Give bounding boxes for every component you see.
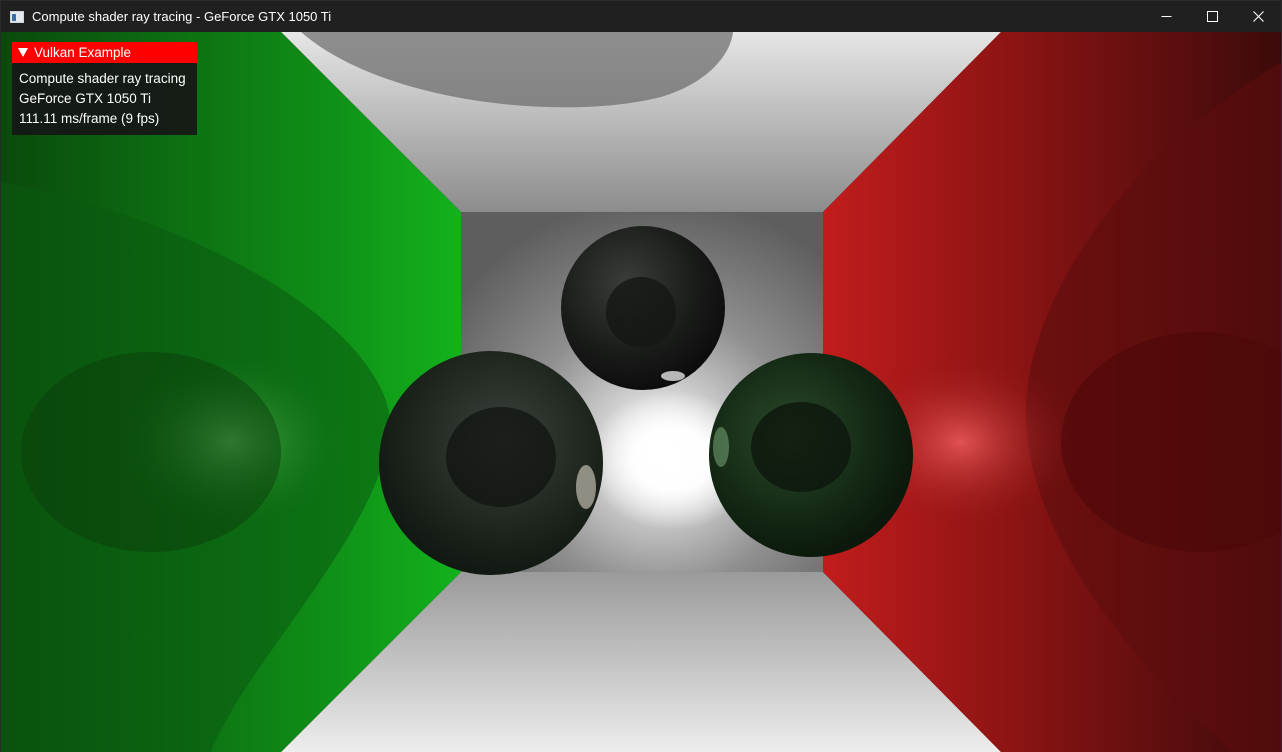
overlay-line-app: Compute shader ray tracing (19, 71, 186, 86)
collapse-triangle-icon[interactable] (18, 48, 28, 57)
overlay-header[interactable]: Vulkan Example (12, 42, 197, 63)
sphere-right-inner (751, 402, 851, 492)
app-window: Compute shader ray tracing - GeForce GTX… (0, 0, 1282, 752)
close-icon (1252, 11, 1264, 22)
ray-traced-scene (1, 32, 1281, 752)
left-wall-shadow (21, 352, 281, 552)
overlay-body: Compute shader ray tracing GeForce GTX 1… (12, 63, 197, 129)
minimize-button[interactable] (1143, 1, 1189, 32)
overlay-line-fps: 111.11 ms/frame (9 fps) (19, 111, 160, 126)
window-title: Compute shader ray tracing - GeForce GTX… (32, 9, 332, 24)
maximize-button[interactable] (1189, 1, 1235, 32)
app-window-icon[interactable] (10, 10, 24, 23)
sphere-left-inner (446, 407, 556, 507)
sphere-top-highlight (661, 371, 685, 381)
sphere-right-highlight (713, 427, 729, 467)
overlay-line-gpu: GeForce GTX 1050 Ti (19, 91, 152, 106)
render-viewport[interactable]: Vulkan Example Compute shader ray tracin… (1, 32, 1281, 752)
stats-overlay: Vulkan Example Compute shader ray tracin… (12, 42, 197, 135)
overlay-title: Vulkan Example (34, 45, 132, 60)
title-bar[interactable]: Compute shader ray tracing - GeForce GTX… (1, 1, 1281, 32)
sphere-top-inner (606, 277, 676, 347)
minimize-icon (1161, 16, 1171, 17)
window-controls (1143, 1, 1281, 32)
sphere-left-highlight (576, 465, 596, 509)
close-button[interactable] (1235, 1, 1281, 32)
maximize-icon (1206, 11, 1218, 22)
